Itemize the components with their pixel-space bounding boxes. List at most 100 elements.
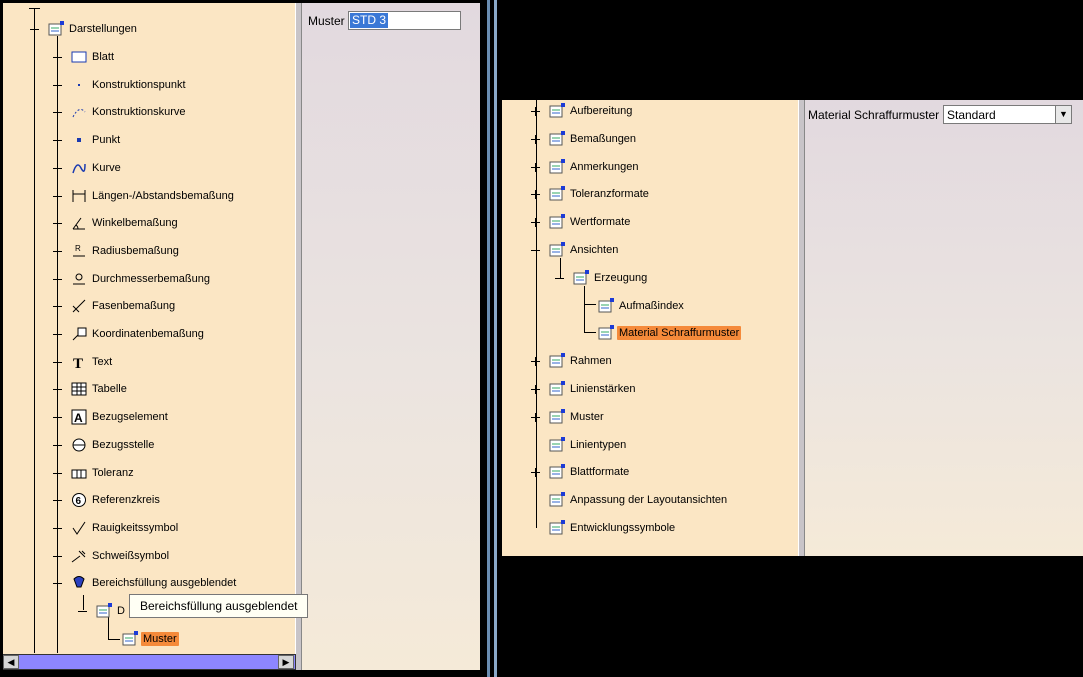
tree-node-referenzkreis[interactable]: 6 Referenzkreis	[53, 489, 162, 511]
tree-node-aufbereitung[interactable]: Aufbereitung	[531, 100, 634, 122]
left-splitter[interactable]	[295, 3, 302, 670]
expand-icon[interactable]	[53, 163, 62, 173]
settings-node-icon	[549, 436, 565, 453]
tree-node-toleranz[interactable]: Toleranz	[53, 462, 136, 484]
expand-icon[interactable]	[53, 551, 62, 561]
tree-node-blatt[interactable]: Blatt	[53, 46, 116, 68]
tree-node-konstruktionspunkt[interactable]: Konstruktionspunkt	[53, 74, 188, 96]
tree-label: Rauigkeitssymbol	[92, 521, 179, 534]
collapse-icon[interactable]	[555, 274, 564, 283]
expand-icon[interactable]	[53, 468, 62, 478]
expand-icon[interactable]	[53, 53, 62, 62]
tree-node-winkelbemaßung[interactable]: Winkelbemaßung	[53, 212, 180, 234]
sheet-icon	[71, 49, 87, 65]
tree-node-muster-selected[interactable]: Muster	[122, 628, 179, 650]
muster-field[interactable]: STD 3	[348, 11, 461, 30]
collapse-icon[interactable]	[30, 25, 39, 34]
tree-node-radiusbemaßung[interactable]: R Radiusbemaßung	[53, 240, 181, 262]
tree-node-aufmaßindex[interactable]: Aufmaßindex	[580, 295, 686, 317]
construction-point-icon	[71, 77, 87, 93]
tree-node-linienstärken[interactable]: Linienstärken	[531, 378, 637, 400]
tree-node-blattformate[interactable]: Blattformate	[531, 461, 631, 483]
selected-tree-label: Muster	[141, 632, 179, 646]
tree-node-wertformate[interactable]: Wertformate	[531, 211, 632, 233]
expand-icon[interactable]	[531, 134, 540, 144]
tree-node-entwicklungssymbole[interactable]: Entwicklungssymbole	[531, 517, 677, 539]
expand-icon[interactable]	[531, 190, 540, 200]
tree-node-tabelle[interactable]: Tabelle	[53, 378, 129, 400]
collapse-icon[interactable]	[78, 607, 87, 616]
expand-icon[interactable]	[53, 136, 62, 146]
expand-icon[interactable]	[53, 330, 62, 339]
tree-label: Linienstärken	[570, 383, 636, 395]
tree-node-rahmen[interactable]: Rahmen	[531, 350, 614, 372]
expand-icon[interactable]	[53, 357, 62, 367]
right-properties-panel	[805, 100, 1083, 556]
expand-icon[interactable]	[53, 219, 62, 229]
tree-node-darstellungen[interactable]: Darstellungen	[30, 18, 139, 40]
collapse-icon[interactable]	[53, 579, 62, 588]
expand-icon[interactable]	[53, 80, 62, 90]
expand-icon[interactable]	[531, 357, 540, 367]
expand-icon[interactable]	[53, 440, 62, 450]
tree-node-punkt[interactable]: Punkt	[53, 129, 122, 151]
tree-node-linientypen[interactable]: Linientypen	[531, 434, 628, 456]
tree-node-kurve[interactable]: Kurve	[53, 157, 123, 179]
tree-node-toleranzformate[interactable]: Toleranzformate	[531, 183, 651, 205]
expand-icon[interactable]	[53, 191, 62, 201]
tree-node-erzeugung[interactable]: Erzeugung	[555, 267, 649, 289]
scroll-right-button[interactable]: ▶	[278, 655, 294, 669]
muster-field-label: Muster	[308, 14, 345, 28]
material-schraffurmuster-combo[interactable]: Standard ▼	[943, 105, 1072, 124]
tree-node-ansichten[interactable]: Ansichten	[531, 239, 620, 261]
scroll-left-button[interactable]: ◀	[3, 655, 19, 669]
tree-node-konstruktionskurve[interactable]: Konstruktionskurve	[53, 101, 188, 123]
tree-label: Fasenbemaßung	[92, 300, 176, 313]
tree-node-anmerkungen[interactable]: Anmerkungen	[531, 156, 641, 178]
tree-label: Referenzkreis	[92, 494, 160, 507]
tree-node-material-schraffurmuster-selected[interactable]: Material Schraffurmuster	[580, 322, 742, 344]
expand-icon[interactable]	[531, 162, 540, 172]
expand-icon[interactable]	[531, 385, 540, 394]
tree-node-bereichsfüllung-ausgeblendet[interactable]: Bereichsfüllung ausgeblendet	[53, 572, 238, 594]
tree-node-bemaßungen[interactable]: Bemaßungen	[531, 128, 638, 150]
tree-node-anpassung-der-layoutansichten[interactable]: Anpassung der Layoutansichten	[531, 489, 729, 511]
settings-node-icon	[549, 408, 565, 425]
expand-icon[interactable]	[53, 523, 62, 533]
expand-icon[interactable]	[53, 108, 62, 118]
tree-node-rauigkeitssymbol[interactable]: Rauigkeitssymbol	[53, 517, 180, 539]
right-splitter[interactable]	[798, 100, 805, 556]
tree-node-längen-abstandsbemaßung[interactable]: Längen-/Abstandsbemaßung	[53, 185, 236, 207]
expand-icon[interactable]	[531, 412, 540, 422]
tree-node-bezugselement[interactable]: A Bezugselement	[53, 406, 170, 428]
horizontal-scrollbar[interactable]	[3, 654, 296, 670]
tree-node-muster[interactable]: Muster	[531, 406, 606, 428]
tree-node-bezugsstelle[interactable]: Bezugsstelle	[53, 434, 156, 456]
chamfer-dimension-icon	[71, 298, 87, 314]
tree-node-koordinatenbemaßung[interactable]: Koordinatenbemaßung	[53, 323, 206, 345]
expand-icon[interactable]	[53, 246, 62, 256]
settings-node-icon	[122, 631, 138, 647]
chevron-down-icon[interactable]: ▼	[1055, 106, 1071, 123]
settings-node-icon	[549, 353, 565, 369]
diameter-dimension-icon	[71, 271, 87, 287]
expand-icon[interactable]	[53, 385, 62, 395]
expand-icon[interactable]	[53, 302, 62, 312]
tree-node-text[interactable]: T Text	[53, 351, 114, 373]
settings-node-icon	[549, 130, 565, 147]
tree-node-d[interactable]: D	[78, 600, 127, 622]
tree-line	[29, 8, 40, 9]
collapse-icon[interactable]	[531, 246, 540, 255]
tree-node-durchmesserbemaßung[interactable]: Durchmesserbemaßung	[53, 268, 212, 290]
tree-node-fasenbemaßung[interactable]: Fasenbemaßung	[53, 295, 177, 317]
tree-node-schweißsymbol[interactable]: Schweißsymbol	[53, 545, 171, 567]
expand-icon[interactable]	[53, 274, 62, 284]
datum-target-icon	[71, 437, 87, 453]
expand-icon[interactable]	[531, 218, 540, 228]
tree-label: Linientypen	[570, 438, 627, 451]
expand-icon[interactable]	[531, 107, 540, 116]
expand-icon[interactable]	[53, 413, 62, 423]
expand-icon[interactable]	[531, 468, 540, 478]
expand-icon[interactable]	[53, 496, 62, 506]
settings-node-icon	[549, 520, 565, 536]
